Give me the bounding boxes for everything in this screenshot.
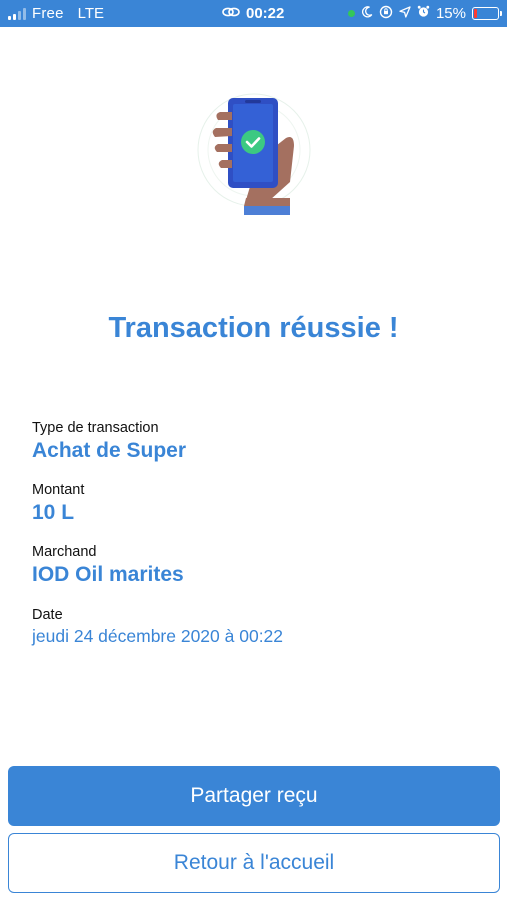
screen: Free LTE 00:22 15% Transaction réussie !…	[0, 0, 507, 900]
field-label: Type de transaction	[32, 420, 159, 436]
carrier-label: Free	[32, 5, 64, 22]
location-icon	[399, 5, 411, 22]
field-label: Marchand	[32, 544, 97, 560]
indicator-dot	[347, 10, 355, 17]
battery-percent: 15%	[435, 5, 466, 22]
field-merchant: Marchand IOD Oil marites	[32, 543, 472, 589]
network-label: LTE	[77, 5, 105, 22]
transaction-details: Type de transaction Achat de Super Monta…	[32, 419, 472, 663]
field-value: Achat de Super	[32, 439, 187, 462]
field-amount: Montant 10 L	[32, 481, 472, 527]
signal-icon	[8, 7, 26, 20]
clock: 00:22	[246, 5, 285, 22]
status-bar-center: 00:22	[222, 0, 284, 27]
field-transaction-type: Type de transaction Achat de Super	[32, 419, 472, 465]
moon-icon	[361, 5, 373, 22]
share-receipt-button[interactable]: Partager reçu	[8, 766, 500, 826]
status-bar-right: 15%	[347, 0, 502, 27]
field-value: IOD Oil marites	[32, 563, 184, 586]
field-label: Montant	[32, 482, 85, 498]
field-value: jeudi 24 décembre 2020 à 00:22	[32, 626, 284, 646]
lock-rotation-icon	[379, 5, 393, 23]
status-bar-left: Free LTE	[8, 0, 104, 27]
link-icon	[222, 5, 240, 22]
success-illustration	[190, 90, 320, 225]
field-date: Date jeudi 24 décembre 2020 à 00:22	[32, 606, 472, 648]
field-value: 10 L	[32, 501, 75, 524]
back-home-button[interactable]: Retour à l'accueil	[8, 833, 500, 893]
alarm-icon	[417, 5, 430, 22]
status-bar: Free LTE 00:22 15%	[0, 0, 507, 27]
field-label: Date	[32, 607, 63, 623]
battery-icon	[472, 7, 502, 20]
page-title: Transaction réussie !	[108, 312, 399, 344]
battery-fill	[474, 9, 478, 18]
